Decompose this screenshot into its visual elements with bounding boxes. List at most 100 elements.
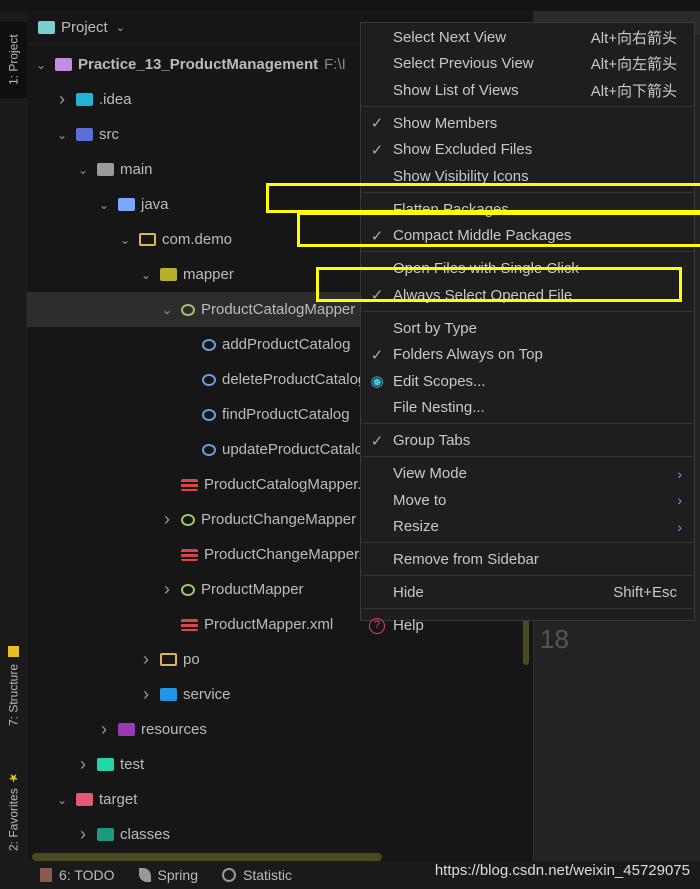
menu-item-label: Folders Always on Top: [393, 346, 543, 364]
menu-item[interactable]: Remove from Sidebar: [361, 547, 694, 574]
tree-item[interactable]: › resources: [27, 712, 525, 747]
title-bar: [0, 0, 700, 11]
menu-item[interactable]: Move to ›: [361, 487, 694, 514]
spring-leaf-icon: [138, 868, 151, 882]
tree-item[interactable]: › po: [27, 642, 525, 677]
chevron-down-icon[interactable]: ⌄: [96, 198, 112, 212]
submenu-arrow-icon: ›: [677, 518, 682, 535]
menu-item[interactable]: ✓ Folders Always on Top: [361, 342, 694, 369]
chevron-right-icon[interactable]: ›: [54, 89, 70, 110]
tab-favorites[interactable]: 2: Favorites ★: [0, 756, 27, 866]
menu-item-shortcut: Shift+Esc: [613, 584, 677, 602]
tree-item-label: deleteProductCatalog: [222, 371, 367, 388]
menu-item[interactable]: Show List of Views Alt+向下箭头: [361, 77, 694, 104]
menu-item-label: Move to: [393, 491, 447, 509]
chevron-right-icon[interactable]: ›: [138, 649, 154, 670]
package-icon: [160, 653, 177, 666]
tree-item-label: service: [183, 686, 231, 703]
tab-structure[interactable]: 7: Structure: [0, 631, 27, 741]
menu-item[interactable]: ? Help: [361, 613, 694, 640]
menu-item-label: Select Next View: [393, 28, 507, 46]
tree-item[interactable]: › service: [27, 677, 525, 712]
mybatis-xml-icon: [181, 618, 198, 631]
star-icon: ★: [6, 770, 21, 785]
menu-item-label: Edit Scopes...: [393, 372, 486, 390]
menu-item-label: Group Tabs: [393, 432, 471, 450]
tab-favorites-label: 2: Favorites: [6, 788, 21, 852]
submenu-arrow-icon: ›: [677, 492, 682, 509]
statistic-tab[interactable]: Statistic: [221, 867, 292, 883]
menu-item[interactable]: Sort by Type: [361, 315, 694, 342]
method-icon: [202, 408, 216, 421]
tree-item-label: classes: [120, 826, 171, 843]
resources-folder-icon: [118, 723, 135, 736]
tree-item[interactable]: › classes: [27, 817, 525, 852]
menu-item[interactable]: View Mode ›: [361, 461, 694, 488]
menu-item[interactable]: ◉ Edit Scopes...: [361, 368, 694, 395]
chevron-right-icon[interactable]: ›: [75, 824, 91, 845]
tab-structure-label: 7: Structure: [6, 663, 21, 726]
chevron-down-icon[interactable]: ⌄: [159, 303, 175, 317]
statistic-label: Statistic: [242, 867, 292, 883]
tree-item-label: ProductMapper: [201, 581, 304, 598]
chevron-down-icon[interactable]: ⌄: [33, 58, 49, 72]
tree-item[interactable]: › test: [27, 747, 525, 782]
chevron-down-icon[interactable]: ⌄: [54, 793, 70, 807]
tree-item-label: findProductCatalog: [222, 406, 350, 423]
check-icon: ✓: [370, 115, 384, 133]
package-icon: [139, 233, 156, 246]
interface-icon: [181, 303, 195, 316]
menu-item-shortcut: Alt+向下箭头: [590, 82, 677, 100]
scopes-icon: ◉: [370, 373, 384, 391]
help-icon: ?: [369, 617, 385, 634]
chevron-right-icon[interactable]: ›: [159, 579, 175, 600]
tree-item-label: ProductMapper.xml: [204, 616, 334, 633]
check-icon: ✓: [370, 432, 384, 450]
todo-icon: [40, 868, 52, 882]
tree-item-label: mapper: [183, 266, 234, 283]
tree-item-label: .idea: [99, 91, 132, 108]
tree-item[interactable]: ⌄ target: [27, 782, 525, 817]
tree-item-label: updateProductCatalog: [222, 441, 372, 458]
menu-item[interactable]: ✓ Show Excluded Files: [361, 137, 694, 164]
menu-item-label: Show Members: [393, 114, 498, 132]
chevron-right-icon[interactable]: ›: [138, 684, 154, 705]
options-menu[interactable]: Select Next View Alt+向右箭头 Select Previous …: [360, 22, 695, 634]
tree-item-label: addProductCatalog: [222, 336, 351, 353]
chevron-down-icon[interactable]: ⌄: [117, 233, 133, 247]
excluded-folder-icon: [76, 793, 93, 806]
menu-item-label: Sort by Type: [393, 319, 477, 337]
menu-item[interactable]: ✓ Show Members: [361, 110, 694, 137]
idea-folder-icon: [76, 93, 93, 106]
tree-item-label: ProductChangeMapper: [201, 511, 357, 528]
tree-item-label: Practice_13_ProductManagement: [78, 56, 319, 73]
spring-tab[interactable]: Spring: [138, 867, 198, 883]
chevron-down-icon[interactable]: ⌄: [116, 21, 125, 34]
menu-item[interactable]: File Nesting...: [361, 395, 694, 422]
chevron-down-icon[interactable]: ⌄: [138, 268, 154, 282]
menu-item[interactable]: Select Previous View Alt+向左箭头: [361, 51, 694, 78]
tree-item-label: java: [141, 196, 169, 213]
chevron-right-icon[interactable]: ›: [159, 509, 175, 530]
chevron-right-icon[interactable]: ›: [75, 754, 91, 775]
horizontal-scrollbar[interactable]: [32, 853, 382, 861]
menu-item[interactable]: Resize ›: [361, 514, 694, 541]
test-folder-icon: [97, 758, 114, 771]
menu-item[interactable]: Select Next View Alt+向右箭头: [361, 24, 694, 51]
menu-item[interactable]: Hide Shift+Esc: [361, 580, 694, 607]
statistic-pie-icon: [221, 868, 236, 882]
chevron-down-icon[interactable]: ⌄: [54, 128, 70, 142]
check-icon: ✓: [370, 141, 384, 159]
todo-label: 6: TODO: [59, 867, 115, 883]
java-folder-icon: [118, 198, 135, 211]
todo-tab[interactable]: 6: TODO: [40, 867, 115, 883]
chevron-down-icon[interactable]: ⌄: [75, 163, 91, 177]
menu-item[interactable]: ✓ Group Tabs: [361, 428, 694, 455]
tab-project[interactable]: 1: Project: [0, 22, 27, 98]
classes-folder-icon: [97, 828, 114, 841]
chevron-right-icon[interactable]: ›: [96, 719, 112, 740]
menu-item-shortcut: Alt+向右箭头: [590, 29, 677, 47]
menu-item-label: Select Previous View: [393, 55, 534, 73]
menu-item-shortcut: Alt+向左箭头: [590, 56, 677, 74]
submenu-arrow-icon: ›: [677, 465, 682, 482]
